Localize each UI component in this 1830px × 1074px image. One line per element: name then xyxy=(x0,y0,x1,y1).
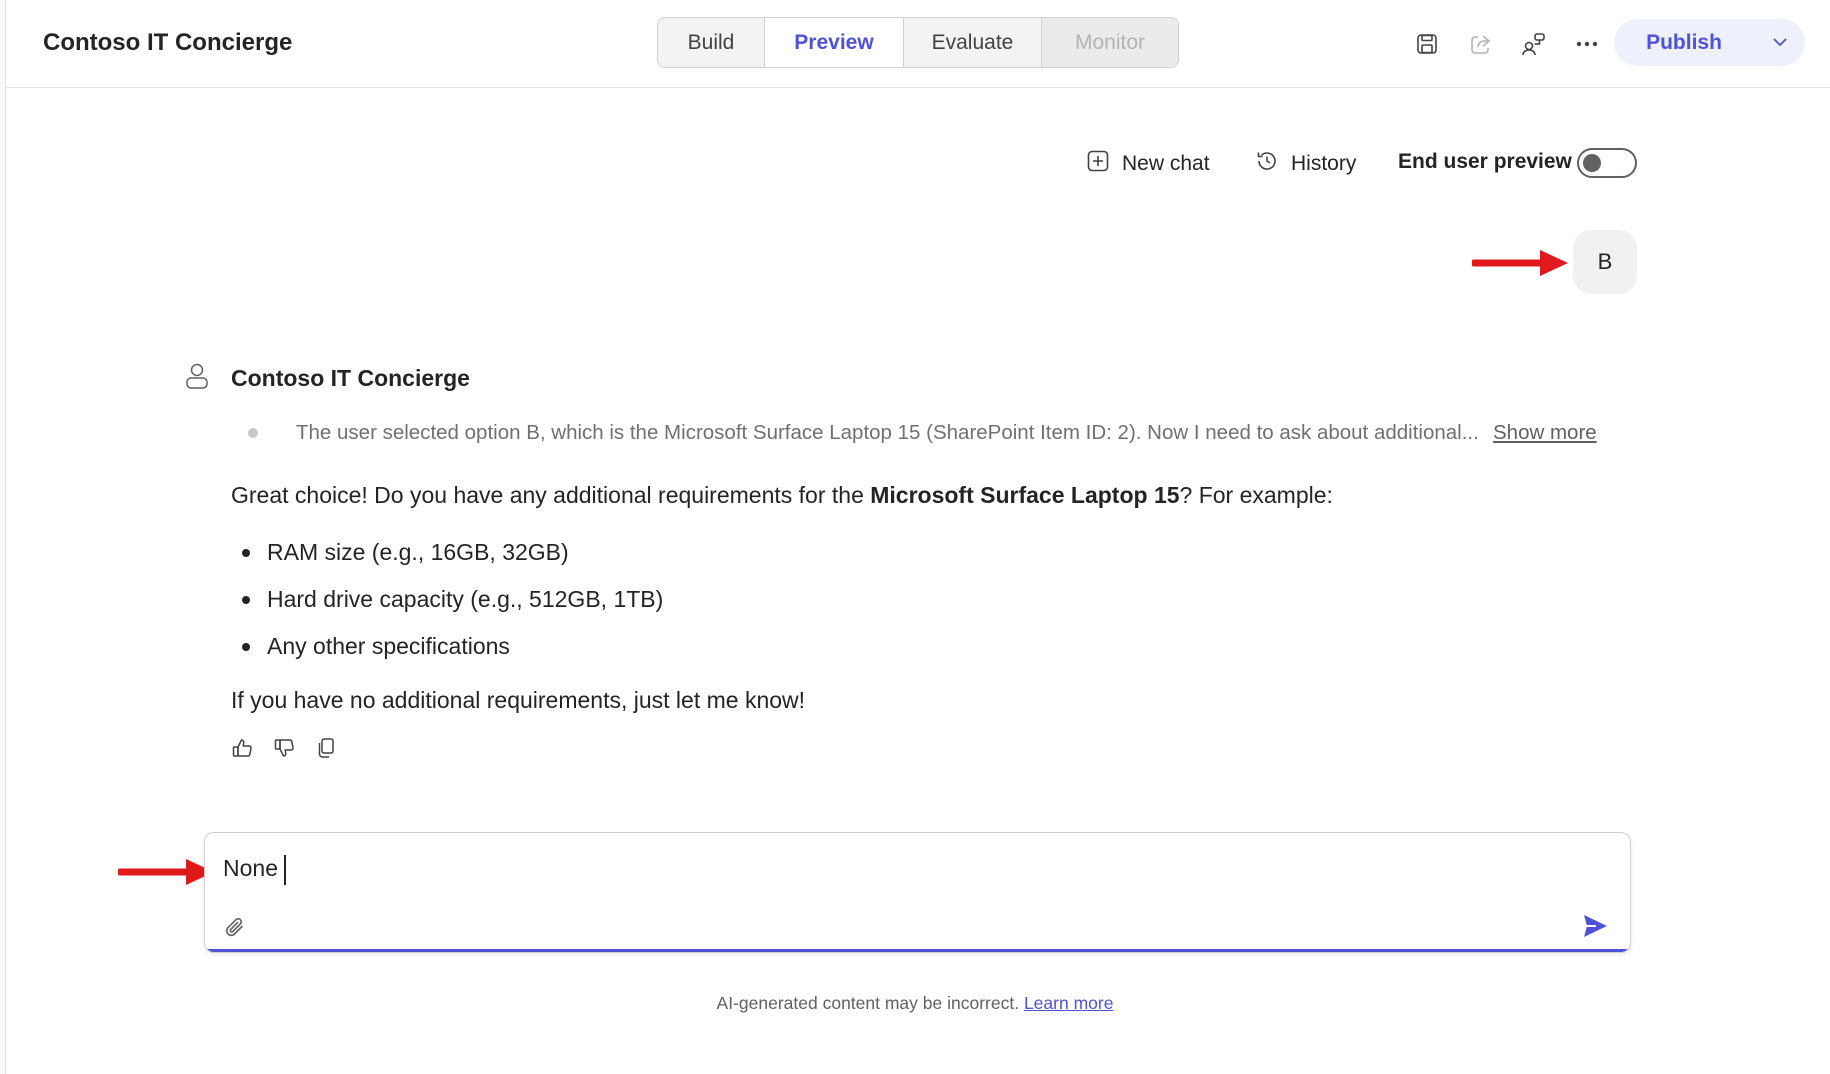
ai-disclaimer: AI-generated content may be incorrect. L… xyxy=(0,993,1830,1014)
tab-evaluate[interactable]: Evaluate xyxy=(904,18,1042,67)
disclaimer-text: AI-generated content may be incorrect. xyxy=(716,993,1020,1013)
user-message-bubble: B xyxy=(1573,230,1637,294)
share-icon[interactable] xyxy=(1463,26,1499,62)
reasoning-text: The user selected option B, which is the… xyxy=(296,421,1479,444)
bot-avatar-icon xyxy=(184,362,210,395)
bot-name: Contoso IT Concierge xyxy=(231,365,470,391)
history-icon xyxy=(1255,149,1279,179)
tab-monitor: Monitor xyxy=(1042,18,1178,67)
more-icon[interactable] xyxy=(1569,26,1605,62)
attach-icon[interactable] xyxy=(223,915,247,944)
bot-message-intro: Great choice! Do you have any additional… xyxy=(231,482,1333,509)
learn-more-link[interactable]: Learn more xyxy=(1024,993,1114,1013)
chevron-down-icon[interactable] xyxy=(1769,31,1791,58)
intro-product: Microsoft Surface Laptop 15 xyxy=(870,482,1180,508)
chat-composer xyxy=(204,832,1631,953)
left-rail xyxy=(0,0,6,1074)
text-caret xyxy=(284,855,286,885)
tab-build[interactable]: Build xyxy=(658,18,765,67)
toggle-knob xyxy=(1583,154,1601,172)
save-icon[interactable] xyxy=(1409,26,1445,62)
end-user-preview-toggle[interactable] xyxy=(1577,148,1637,178)
intro-tail: ? For example: xyxy=(1179,482,1333,508)
tab-preview[interactable]: Preview xyxy=(765,18,904,67)
add-square-icon xyxy=(1086,149,1110,179)
thumbs-down-icon[interactable] xyxy=(273,736,295,760)
end-user-preview-label: End user preview xyxy=(1398,150,1572,173)
history-button[interactable]: History xyxy=(1255,147,1356,181)
intro-text: Great choice! Do you have any additional… xyxy=(231,482,871,508)
composer-focus-bar xyxy=(205,949,1630,952)
message-reactions xyxy=(231,736,337,760)
list-item: Any other specifications xyxy=(231,631,663,678)
list-item: RAM size (e.g., 16GB, 32GB) xyxy=(231,537,663,584)
copy-icon[interactable] xyxy=(315,736,337,760)
list-item: Hard drive capacity (e.g., 512GB, 1TB) xyxy=(231,584,663,631)
annotation-arrow-icon xyxy=(118,859,214,885)
requirements-list: RAM size (e.g., 16GB, 32GB) Hard drive c… xyxy=(231,537,663,678)
mode-tabs: Build Preview Evaluate Monitor xyxy=(657,17,1179,68)
thumbs-up-icon[interactable] xyxy=(231,736,253,760)
message-input[interactable] xyxy=(223,855,1603,882)
new-chat-label: New chat xyxy=(1122,152,1210,175)
reasoning-dot-icon xyxy=(248,428,258,438)
new-chat-button[interactable]: New chat xyxy=(1086,147,1210,181)
annotation-arrow-icon xyxy=(1472,250,1568,276)
app-title: Contoso IT Concierge xyxy=(43,29,293,56)
publish-label: Publish xyxy=(1646,30,1722,54)
history-label: History xyxy=(1291,152,1357,175)
connections-icon[interactable] xyxy=(1516,26,1552,62)
send-icon[interactable] xyxy=(1581,912,1609,945)
top-header: Contoso IT Concierge Build Preview Evalu… xyxy=(6,0,1830,88)
show-more-link[interactable]: Show more xyxy=(1493,421,1597,445)
bot-message-outro: If you have no additional requirements, … xyxy=(231,687,806,713)
publish-button[interactable]: Publish xyxy=(1614,19,1805,66)
